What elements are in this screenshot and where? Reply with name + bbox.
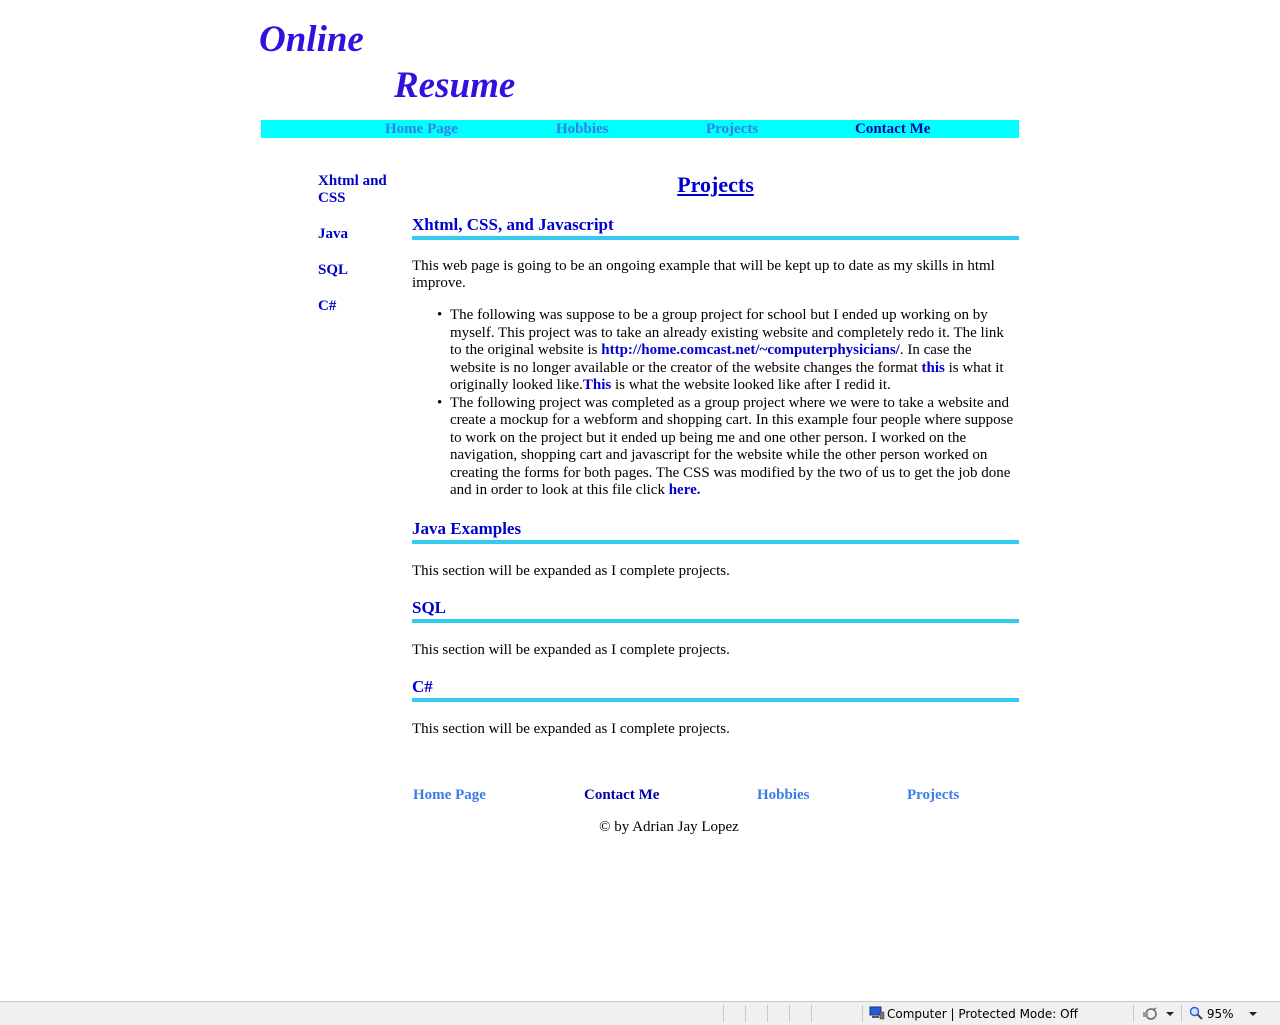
status-divider xyxy=(789,1005,790,1022)
status-divider xyxy=(1181,1005,1182,1022)
side-nav-sql-link[interactable]: SQL xyxy=(318,262,398,279)
section-heading-java: Java Examples xyxy=(412,519,1019,544)
side-nav-java-link[interactable]: Java xyxy=(318,226,398,243)
section-intro-xhtml: This web page is going to be an ongoing … xyxy=(412,258,995,291)
zoom-level[interactable]: 95% xyxy=(1189,1006,1234,1022)
copyright: © by Adrian Jay Lopez xyxy=(599,819,739,835)
project-list: • The following was suppose to be a group… xyxy=(412,307,1019,500)
footer-projects-link[interactable]: Projects xyxy=(907,786,959,804)
original-website-link[interactable]: http://home.comcast.net/~computerphysici… xyxy=(601,342,900,358)
computer-icon xyxy=(869,1006,885,1020)
side-nav-csharp-link[interactable]: C# xyxy=(318,298,398,315)
list-item: • The following was suppose to be a group… xyxy=(437,307,1019,395)
section-heading-xhtml: Xhtml, CSS, and Javascript xyxy=(412,215,1019,240)
status-divider xyxy=(862,1005,863,1022)
bullet-icon: • xyxy=(437,394,443,411)
protected-mode-icon[interactable] xyxy=(1141,1006,1159,1022)
list-item: • The following project was completed as … xyxy=(437,394,1019,500)
footer-home-link[interactable]: Home Page xyxy=(413,786,486,804)
footer-hobbies-link[interactable]: Hobbies xyxy=(757,786,810,804)
chevron-down-icon[interactable] xyxy=(1249,1012,1257,1016)
top-nav-bar: Home Page Hobbies Projects Contact Me xyxy=(261,120,1019,138)
chevron-down-icon[interactable] xyxy=(1166,1012,1174,1016)
status-divider xyxy=(1133,1005,1134,1022)
project-text: The following project was completed as a… xyxy=(450,394,1014,499)
security-zone-text: Computer | Protected Mode: Off xyxy=(887,1007,1078,1021)
browser-viewport: Online Resume Home Page Hobbies Projects… xyxy=(0,0,1280,1001)
side-nav-xhtml-css-link[interactable]: Xhtml and CSS xyxy=(318,173,398,207)
section-text-sql: This section will be expanded as I compl… xyxy=(412,641,730,658)
top-nav-hobbies-link[interactable]: Hobbies xyxy=(556,120,609,138)
bullet-icon: • xyxy=(437,307,443,323)
webform-project-link[interactable]: here. xyxy=(669,482,701,498)
section-text-java: This section will be expanded as I compl… xyxy=(412,562,730,579)
page-title: Projects xyxy=(677,172,754,197)
top-nav-projects-link[interactable]: Projects xyxy=(706,120,758,138)
status-divider xyxy=(723,1005,724,1022)
redone-website-link[interactable]: This xyxy=(583,377,611,393)
project-text: is what the website looked like after I … xyxy=(611,377,891,393)
logo-online: Online xyxy=(259,19,364,60)
magnifier-icon xyxy=(1189,1006,1203,1020)
section-heading-sql: SQL xyxy=(412,598,1019,623)
security-zone[interactable]: Computer | Protected Mode: Off xyxy=(869,1006,1078,1022)
browser-status-bar: Computer | Protected Mode: Off 95% xyxy=(0,1001,1280,1025)
status-divider xyxy=(811,1005,812,1022)
section-heading-csharp: C# xyxy=(412,677,1019,702)
zoom-value: 95% xyxy=(1206,1007,1234,1021)
status-divider xyxy=(767,1005,768,1022)
top-nav-home-link[interactable]: Home Page xyxy=(385,120,458,138)
status-divider xyxy=(745,1005,746,1022)
top-nav-contact-link[interactable]: Contact Me xyxy=(855,120,930,138)
footer-contact-link[interactable]: Contact Me xyxy=(584,786,659,804)
section-text-csharp: This section will be expanded as I compl… xyxy=(412,720,730,737)
logo-resume: Resume xyxy=(394,65,516,106)
main-content: Projects Xhtml, CSS, and Javascript This… xyxy=(412,170,1019,738)
original-format-link[interactable]: this xyxy=(922,360,945,376)
